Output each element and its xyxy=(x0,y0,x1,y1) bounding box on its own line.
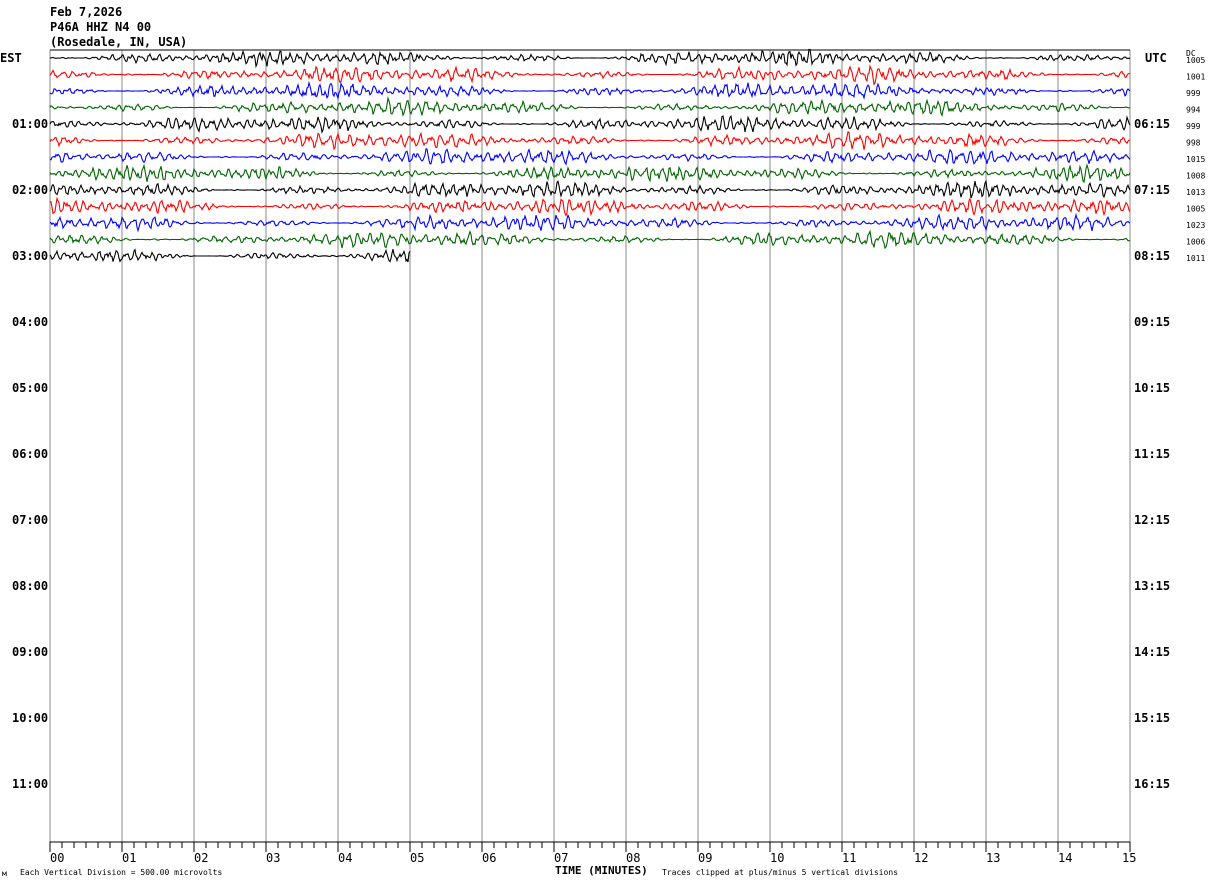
left-hour-label: 11:00 xyxy=(12,777,48,791)
seismic-trace xyxy=(49,229,1131,250)
right-hour-label: 12:15 xyxy=(1134,513,1170,527)
x-axis-title: TIME (MINUTES) xyxy=(555,864,648,877)
right-hour-label: UTC xyxy=(1145,51,1167,65)
scale-note-mark: м xyxy=(2,869,7,878)
dc-header: DC xyxy=(1186,49,1196,58)
x-tick-label: 04 xyxy=(338,851,352,865)
x-tick-label: 10 xyxy=(770,851,784,865)
dc-offset-label: 1008 xyxy=(1186,172,1205,181)
station-label: P46A HHZ N4 00 xyxy=(50,20,151,34)
grid xyxy=(49,49,1131,842)
x-tick-label: 05 xyxy=(410,851,424,865)
seismic-trace xyxy=(49,212,1131,233)
left-hour-label: 07:00 xyxy=(12,513,48,527)
dc-offset-label: 1011 xyxy=(1186,254,1205,263)
x-tick-label: 03 xyxy=(266,851,280,865)
left-hour-label: EST xyxy=(0,51,22,65)
right-hour-label: 10:15 xyxy=(1134,381,1170,395)
left-hour-label: 05:00 xyxy=(12,381,48,395)
x-tick-label: 02 xyxy=(194,851,208,865)
right-hour-label: 08:15 xyxy=(1134,249,1170,263)
scale-note: Each Vertical Division = 500.00 microvol… xyxy=(20,868,222,877)
dc-offset-label: 998 xyxy=(1186,139,1201,148)
dc-offset-label: 1006 xyxy=(1186,238,1205,247)
seismic-trace xyxy=(49,131,1130,151)
left-hour-label: 06:00 xyxy=(12,447,48,461)
dc-offset-label: 999 xyxy=(1186,89,1201,98)
left-hour-label: 09:00 xyxy=(12,645,48,659)
right-hour-label: 13:15 xyxy=(1134,579,1170,593)
seismic-trace xyxy=(49,147,1131,166)
x-tick-label: 15 xyxy=(1122,851,1136,865)
dc-offset-label: 1001 xyxy=(1186,73,1205,82)
dc-offset-label: 994 xyxy=(1186,106,1201,115)
dc-offset-label: 1013 xyxy=(1186,188,1205,197)
seismic-trace xyxy=(49,248,411,263)
x-tick-label: 14 xyxy=(1058,851,1072,865)
right-hour-label: 07:15 xyxy=(1134,183,1170,197)
right-hour-label: 11:15 xyxy=(1134,447,1170,461)
left-hour-label: 01:00 xyxy=(12,117,48,131)
x-tick-label: 08 xyxy=(626,851,640,865)
x-tick-label: 01 xyxy=(122,851,136,865)
left-hour-label: 03:00 xyxy=(12,249,48,263)
x-axis: 00 01 02 03 04 05 06 07 08 09 10 11 12 13 14 15 xyxy=(49,841,1136,865)
seismic-trace xyxy=(49,179,1131,199)
seismic-trace xyxy=(49,96,1130,118)
left-hour-label: 10:00 xyxy=(12,711,48,725)
seismic-trace xyxy=(49,114,1131,135)
left-hour-label: 02:00 xyxy=(12,183,48,197)
location-label: (Rosedale, IN, USA) xyxy=(50,35,187,49)
seismic-trace xyxy=(49,48,1131,69)
x-tick-label: 07 xyxy=(554,851,568,865)
x-tick-label: 06 xyxy=(482,851,496,865)
right-hour-label: 09:15 xyxy=(1134,315,1170,329)
right-hour-label: 16:15 xyxy=(1134,777,1170,791)
x-tick-label: 12 xyxy=(914,851,928,865)
helicorder-plot: Feb 7,2026 P46A HHZ N4 00 (Rosedale, IN,… xyxy=(0,5,1205,878)
seismic-trace xyxy=(49,64,1131,86)
left-hour-label: 08:00 xyxy=(12,579,48,593)
dc-offset-label: 999 xyxy=(1186,122,1201,131)
date-label: Feb 7,2026 xyxy=(50,5,122,19)
seismic-trace xyxy=(49,196,1131,217)
right-hour-label: 14:15 xyxy=(1134,645,1170,659)
traces: 1005100199999499999810151008101310051023… xyxy=(49,48,1205,263)
clip-note: Traces clipped at plus/minus 5 vertical … xyxy=(662,868,898,877)
left-hour-label: 04:00 xyxy=(12,315,48,329)
dc-offset-label: 1015 xyxy=(1186,155,1205,164)
x-tick-label: 13 xyxy=(986,851,1000,865)
right-hour-label: 06:15 xyxy=(1134,117,1170,131)
right-hour-label: 15:15 xyxy=(1134,711,1170,725)
seismic-trace xyxy=(49,163,1131,184)
x-tick-label: 00 xyxy=(50,851,64,865)
x-tick-label: 09 xyxy=(698,851,712,865)
dc-offset-label: 1023 xyxy=(1186,221,1205,230)
dc-offset-label: 1005 xyxy=(1186,205,1205,214)
seismic-trace xyxy=(49,80,1131,101)
x-tick-label: 11 xyxy=(842,851,856,865)
